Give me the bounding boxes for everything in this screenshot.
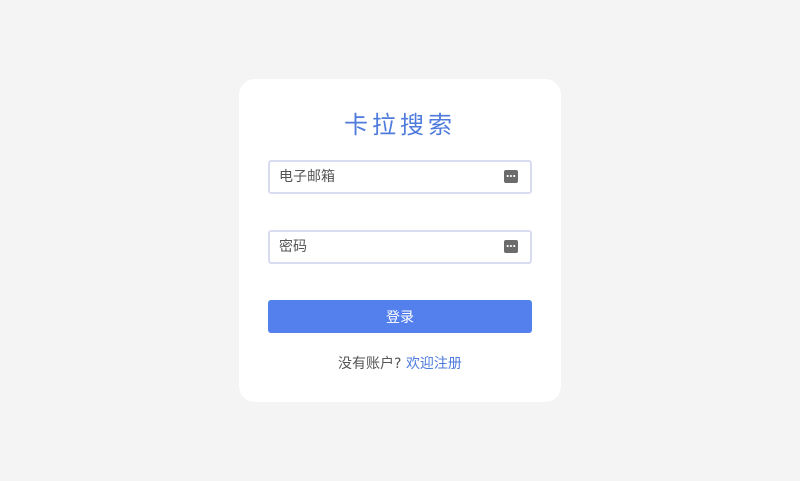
email-field[interactable] bbox=[268, 160, 532, 194]
login-card: 卡拉搜索 登录 没有账户? 欢迎注册 bbox=[239, 79, 561, 402]
password-manager-icon[interactable] bbox=[504, 240, 518, 253]
app-title: 卡拉搜索 bbox=[344, 111, 456, 139]
email-input[interactable] bbox=[270, 162, 530, 192]
signup-prompt: 没有账户? 欢迎注册 bbox=[239, 354, 561, 374]
password-field[interactable] bbox=[268, 230, 532, 264]
login-button[interactable]: 登录 bbox=[268, 300, 532, 333]
register-link[interactable]: 欢迎注册 bbox=[406, 356, 462, 372]
password-input[interactable] bbox=[270, 232, 530, 262]
no-account-text: 没有账户? bbox=[338, 356, 402, 372]
password-manager-icon[interactable] bbox=[504, 170, 518, 183]
